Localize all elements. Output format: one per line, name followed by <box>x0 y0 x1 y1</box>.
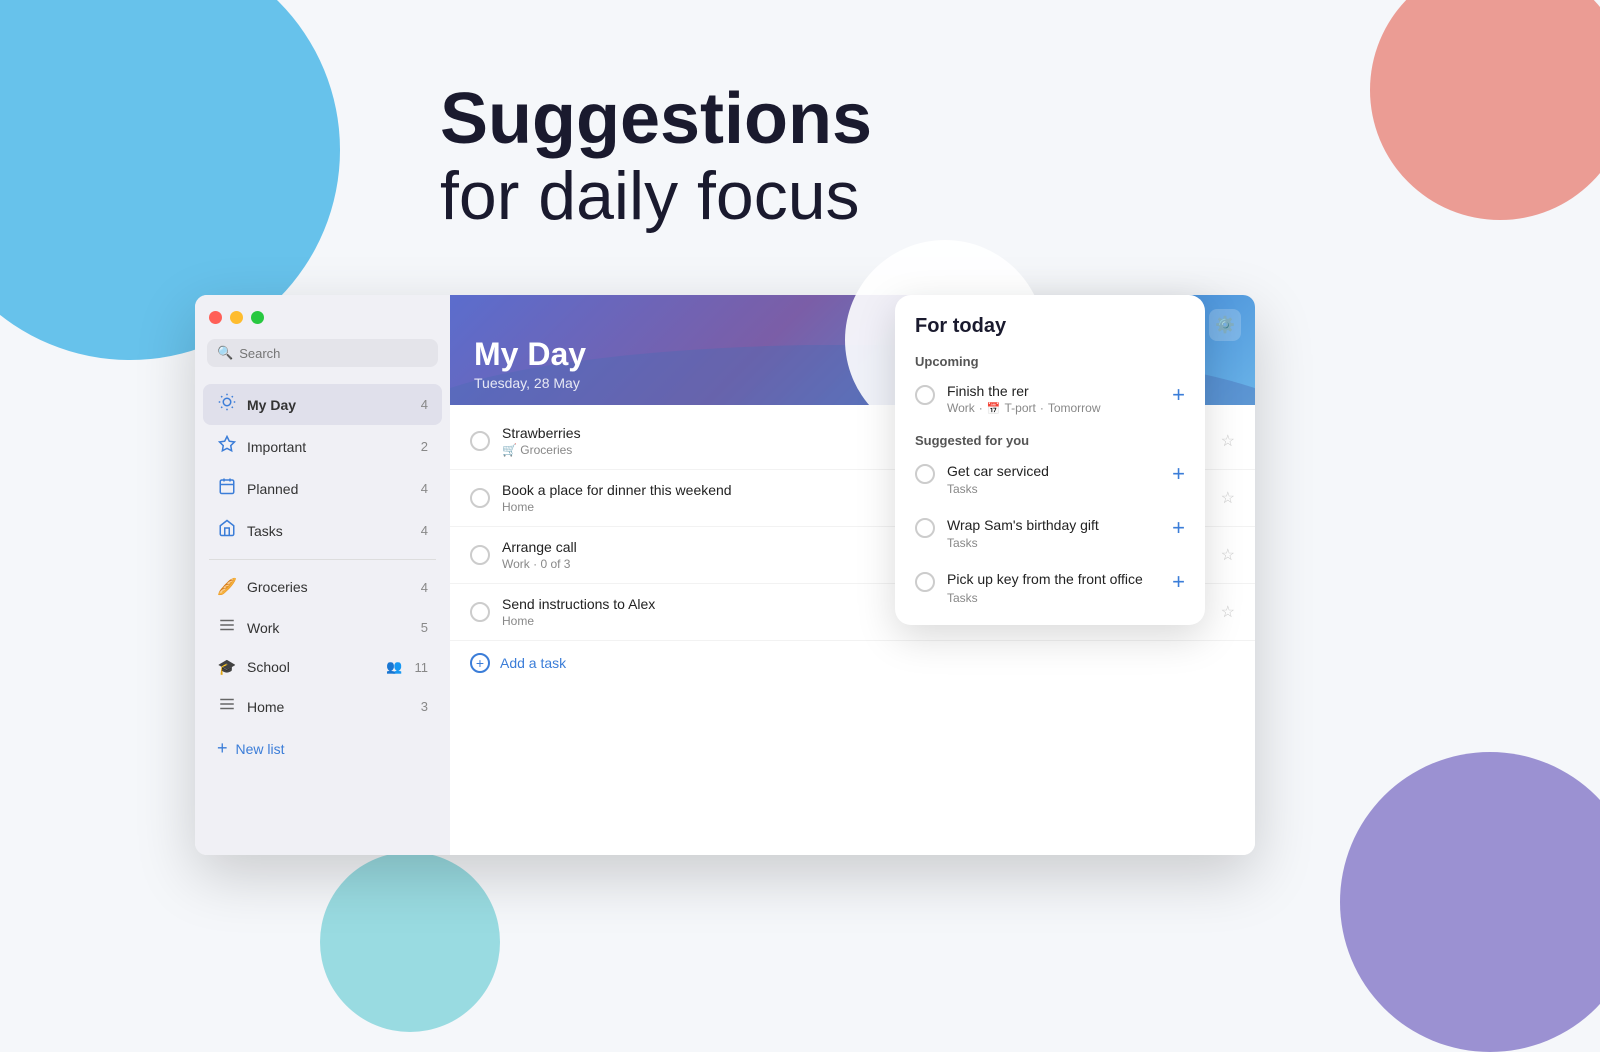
sidebar: 🔍 My Day 4 <box>195 295 450 855</box>
sidebar-item-school[interactable]: 🎓 School 👥 11 <box>203 649 442 685</box>
suggestion-item-car[interactable]: Get car serviced Tasks + <box>895 452 1205 506</box>
suggestion-info-key: Pick up key from the front office Tasks <box>947 570 1160 604</box>
sidebar-item-tasks[interactable]: Tasks 4 <box>203 510 442 551</box>
upcoming-item[interactable]: Finish the rer Work · 📅 T-port · Tomorro… <box>895 373 1205 425</box>
sidebar-item-groceries[interactable]: 🥖 Groceries 4 <box>203 568 442 606</box>
sidebar-item-count-work: 5 <box>421 620 428 635</box>
groceries-icon: 🥖 <box>217 577 237 597</box>
my-day-icon <box>217 393 237 416</box>
upcoming-time: Tomorrow <box>1048 401 1101 415</box>
sidebar-item-label-tasks: Tasks <box>247 523 411 539</box>
task-star-instructions[interactable]: ☆ <box>1221 602 1235 622</box>
task-checkbox-dinner[interactable] <box>470 488 490 508</box>
search-input[interactable] <box>239 346 428 361</box>
upcoming-info: Finish the rer Work · 📅 T-port · Tomorro… <box>947 383 1160 415</box>
suggestion-sub-birthday: Tasks <box>947 536 1160 550</box>
search-icon: 🔍 <box>217 345 233 361</box>
add-task-label: Add a task <box>500 655 566 671</box>
suggestion-add-birthday[interactable]: + <box>1172 517 1185 539</box>
task-checkbox-call[interactable] <box>470 545 490 565</box>
sidebar-item-work[interactable]: Work 5 <box>203 607 442 648</box>
task-checkbox-strawberries[interactable] <box>470 431 490 451</box>
sidebar-item-count-important: 2 <box>421 439 428 454</box>
suggested-section-label: Suggested for you <box>895 425 1205 452</box>
new-list-label: New list <box>236 741 285 757</box>
suggestion-item-birthday[interactable]: Wrap Sam's birthday gift Tasks + <box>895 506 1205 560</box>
sidebar-item-count-home: 3 <box>421 699 428 714</box>
sidebar-item-label-home: Home <box>247 699 411 715</box>
sidebar-item-label-planned: Planned <box>247 481 411 497</box>
suggestion-sub-key: Tasks <box>947 591 1160 605</box>
upcoming-title: Finish the rer <box>947 383 1160 399</box>
sidebar-item-important[interactable]: Important 2 <box>203 426 442 467</box>
add-task-button[interactable]: + Add a task <box>450 641 1255 685</box>
upcoming-extra: T-port <box>1004 401 1035 415</box>
task-star-strawberries[interactable]: ☆ <box>1221 431 1235 451</box>
new-list-button[interactable]: + New list <box>203 728 442 769</box>
suggestion-checkbox-car[interactable] <box>915 464 935 484</box>
sidebar-item-label-work: Work <box>247 620 411 636</box>
sidebar-item-label-important: Important <box>247 439 411 455</box>
upcoming-section-label: Upcoming <box>895 346 1205 373</box>
suggestion-title-birthday: Wrap Sam's birthday gift <box>947 516 1160 534</box>
important-icon <box>217 435 237 458</box>
bg-shape-teal <box>320 852 500 1032</box>
suggestion-item-key[interactable]: Pick up key from the front office Tasks … <box>895 560 1205 614</box>
upcoming-checkbox[interactable] <box>915 385 935 405</box>
add-task-plus-icon: + <box>470 653 490 673</box>
suggestion-checkbox-birthday[interactable] <box>915 518 935 538</box>
myday-title-group: My Day Tuesday, 28 May <box>474 336 586 391</box>
upcoming-add-button[interactable]: + <box>1172 384 1185 406</box>
upcoming-sub: Work · 📅 T-port · Tomorrow <box>947 401 1160 415</box>
task-checkbox-instructions[interactable] <box>470 602 490 622</box>
upcoming-list: Work <box>947 401 975 415</box>
upcoming-calendar-icon: 📅 <box>987 402 1001 415</box>
sidebar-item-count-school: 11 <box>415 660 429 675</box>
sidebar-item-label-school: School <box>247 659 376 675</box>
myday-gear-button[interactable]: ⚙️ <box>1209 309 1241 341</box>
traffic-light-yellow[interactable] <box>230 311 243 324</box>
sidebar-item-my-day[interactable]: My Day 4 <box>203 384 442 425</box>
search-bar[interactable]: 🔍 <box>207 339 438 367</box>
tasks-icon <box>217 519 237 542</box>
new-list-plus-icon: + <box>217 738 228 759</box>
sidebar-nav: My Day 4 Important 2 <box>195 379 450 855</box>
bg-shape-purple <box>1340 752 1600 1052</box>
for-today-title: For today <box>895 315 1205 346</box>
for-today-panel: For today Upcoming Finish the rer Work ·… <box>895 295 1205 625</box>
myday-title: My Day <box>474 336 586 373</box>
suggestion-info-car: Get car serviced Tasks <box>947 462 1160 496</box>
school-shared-icon: 👥 <box>386 659 402 675</box>
task-star-dinner[interactable]: ☆ <box>1221 488 1235 508</box>
suggestion-add-car[interactable]: + <box>1172 463 1185 485</box>
sidebar-item-label-my-day: My Day <box>247 397 411 413</box>
suggestion-title-car: Get car serviced <box>947 462 1160 480</box>
suggestion-title-key: Pick up key from the front office <box>947 570 1160 588</box>
traffic-light-red[interactable] <box>209 311 222 324</box>
page-heading: Suggestions for daily focus <box>440 80 872 234</box>
sidebar-item-count-planned: 4 <box>421 481 428 496</box>
heading-area: Suggestions for daily focus <box>440 80 872 234</box>
sidebar-item-count-tasks: 4 <box>421 523 428 538</box>
work-icon <box>217 616 237 639</box>
bg-shape-pink <box>1370 0 1600 220</box>
sidebar-divider <box>209 559 436 560</box>
traffic-light-green[interactable] <box>251 311 264 324</box>
suggestion-add-key[interactable]: + <box>1172 571 1185 593</box>
myday-date: Tuesday, 28 May <box>474 375 586 391</box>
sidebar-item-count-groceries: 4 <box>421 580 428 595</box>
sidebar-item-label-groceries: Groceries <box>247 579 411 595</box>
sidebar-item-count-my-day: 4 <box>421 397 428 412</box>
suggestion-checkbox-key[interactable] <box>915 572 935 592</box>
home-icon <box>217 695 237 718</box>
sidebar-item-planned[interactable]: Planned 4 <box>203 468 442 509</box>
planned-icon <box>217 477 237 500</box>
suggestion-info-birthday: Wrap Sam's birthday gift Tasks <box>947 516 1160 550</box>
task-star-call[interactable]: ☆ <box>1221 545 1235 565</box>
sidebar-item-home[interactable]: Home 3 <box>203 686 442 727</box>
suggestion-sub-car: Tasks <box>947 482 1160 496</box>
title-bar <box>195 295 450 339</box>
school-icon: 🎓 <box>217 658 237 676</box>
